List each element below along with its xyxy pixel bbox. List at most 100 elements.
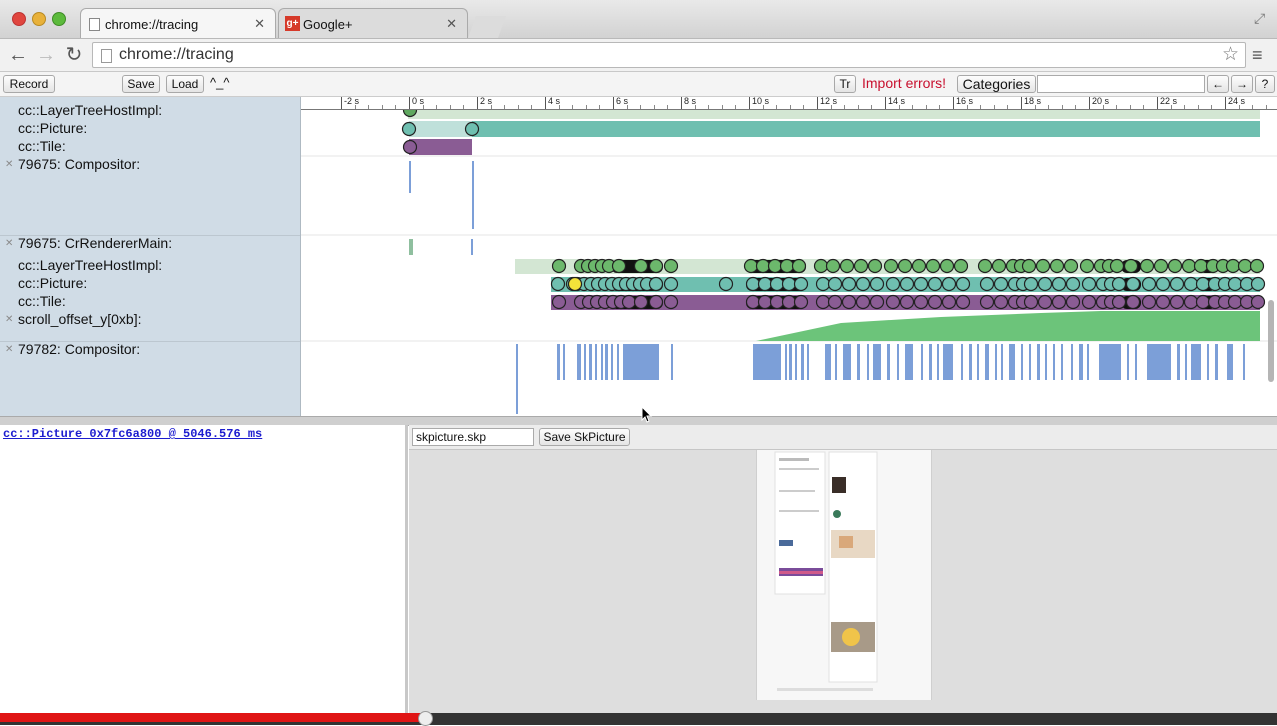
compositor-slice[interactable] <box>601 344 603 380</box>
picture-event-marker[interactable] <box>1111 276 1127 292</box>
tile-event-marker[interactable] <box>648 294 664 310</box>
compositor-slice[interactable] <box>1071 344 1073 380</box>
lthi-event-marker[interactable] <box>743 258 759 274</box>
compositor-slice[interactable] <box>789 344 792 380</box>
close-tab-icon[interactable]: ✕ <box>446 16 457 32</box>
lthi-event-marker[interactable] <box>1167 258 1183 274</box>
compositor-slice[interactable] <box>897 344 899 380</box>
compositor-slice[interactable] <box>671 344 673 380</box>
picture-event-marker[interactable] <box>1169 276 1185 292</box>
menu-icon[interactable]: ≡ <box>1252 45 1263 66</box>
compositor-slice[interactable] <box>937 344 939 380</box>
compositor-slice[interactable] <box>589 344 592 380</box>
compositor-slice[interactable] <box>835 344 837 380</box>
compositor-slice[interactable] <box>943 344 953 380</box>
forward-icon[interactable]: → <box>33 43 59 67</box>
address-bar[interactable]: chrome://tracing ☆ <box>92 42 1246 68</box>
picture-event-marker[interactable] <box>913 276 929 292</box>
close-window-button[interactable] <box>12 12 26 26</box>
tile-event-marker[interactable] <box>402 139 418 155</box>
new-tab-button[interactable] <box>467 16 507 38</box>
save-skpicture-button[interactable]: Save SkPicture <box>539 428 630 446</box>
save-button[interactable]: Save <box>122 75 160 93</box>
compositor-slice[interactable] <box>1227 344 1233 380</box>
picture-event-marker[interactable] <box>550 276 566 292</box>
compositor-slice[interactable] <box>843 344 851 380</box>
lthi-event-marker[interactable] <box>1063 258 1079 274</box>
lthi-event-marker[interactable] <box>1079 258 1095 274</box>
tile-event-marker[interactable] <box>1065 294 1081 310</box>
compositor-slice[interactable] <box>867 344 869 380</box>
tile-event-marker[interactable] <box>663 294 679 310</box>
lthi-event-marker[interactable] <box>1249 258 1265 274</box>
picture-slice-bar[interactable] <box>409 121 1260 137</box>
lthi-event-marker[interactable] <box>1109 258 1125 274</box>
picture-event-marker[interactable] <box>648 276 664 292</box>
tile-event-marker[interactable] <box>1250 294 1266 310</box>
compositor-slice[interactable] <box>1215 344 1218 380</box>
lthi-event-marker[interactable] <box>767 258 783 274</box>
tr-button[interactable]: Tr <box>834 75 856 93</box>
compositor-slice[interactable] <box>1045 344 1047 380</box>
timeline-svg[interactable] <box>301 97 1277 416</box>
lthi-event-marker[interactable] <box>925 258 941 274</box>
tile-event-marker[interactable] <box>827 294 843 310</box>
compositor-slice[interactable] <box>1061 344 1063 380</box>
picture-event-marker[interactable] <box>993 276 1009 292</box>
lthi-event-marker[interactable] <box>1237 258 1253 274</box>
tile-event-marker[interactable] <box>1141 294 1157 310</box>
compositor-slice[interactable] <box>1087 344 1089 380</box>
reload-icon[interactable]: ↻ <box>61 43 87 67</box>
picture-event-marker[interactable] <box>769 276 785 292</box>
compositor-slice[interactable] <box>961 344 963 380</box>
picture-event-marker[interactable] <box>464 121 480 137</box>
picture-event-marker[interactable] <box>1065 276 1081 292</box>
compositor-slice[interactable] <box>873 344 881 380</box>
compositor-slice[interactable] <box>905 344 913 380</box>
picture-event-marker[interactable] <box>1195 276 1211 292</box>
lthi-event-marker[interactable] <box>839 258 855 274</box>
lthi-event-marker[interactable] <box>867 258 883 274</box>
compositor-slice[interactable] <box>795 344 797 380</box>
compositor-slice[interactable] <box>611 344 613 380</box>
compositor-slice[interactable] <box>1127 344 1129 380</box>
compositor-slice[interactable] <box>516 380 518 414</box>
compositor-slice[interactable] <box>801 344 804 380</box>
picture-event-marker[interactable] <box>781 276 797 292</box>
record-button[interactable]: Record <box>3 75 55 93</box>
picture-event-marker[interactable] <box>1141 276 1157 292</box>
minimize-window-button[interactable] <box>32 12 46 26</box>
compositor-slice[interactable] <box>1029 344 1031 380</box>
categories-button[interactable]: Categories <box>957 75 1036 93</box>
selected-picture-marker[interactable] <box>567 276 583 292</box>
lthi-event-marker[interactable] <box>551 258 567 274</box>
compositor-slice[interactable] <box>1147 344 1171 380</box>
tile-event-marker[interactable] <box>841 294 857 310</box>
tile-event-marker[interactable] <box>1155 294 1171 310</box>
lthi-event-marker[interactable] <box>813 258 829 274</box>
tile-event-marker[interactable] <box>781 294 797 310</box>
compositor-slice[interactable] <box>584 344 586 380</box>
find-prev-button[interactable]: ← <box>1207 75 1229 93</box>
picture-event-marker[interactable] <box>827 276 843 292</box>
lthi-event-marker[interactable] <box>633 258 649 274</box>
compositor-slice[interactable] <box>807 344 809 380</box>
lthi-event-marker[interactable] <box>853 258 869 274</box>
picture-event-marker[interactable] <box>745 276 761 292</box>
compositor-slice[interactable] <box>985 344 989 380</box>
load-button[interactable]: Load <box>166 75 204 93</box>
picture-event-marker[interactable] <box>869 276 885 292</box>
lthi-event-marker[interactable] <box>1123 258 1139 274</box>
compositor-slice[interactable] <box>1135 344 1137 380</box>
compositor-slice[interactable] <box>617 344 619 380</box>
lthi-event-marker[interactable] <box>991 258 1007 274</box>
lthi-event-marker[interactable] <box>897 258 913 274</box>
compositor-slice[interactable] <box>857 344 860 380</box>
tile-event-marker[interactable] <box>1081 294 1097 310</box>
lthi-event-marker[interactable] <box>755 258 771 274</box>
lthi-event-marker[interactable] <box>911 258 927 274</box>
zoom-window-button[interactable] <box>52 12 66 26</box>
tile-event-marker[interactable] <box>1125 294 1141 310</box>
picture-event-marker[interactable] <box>1183 276 1199 292</box>
compositor-slice[interactable] <box>929 344 932 380</box>
